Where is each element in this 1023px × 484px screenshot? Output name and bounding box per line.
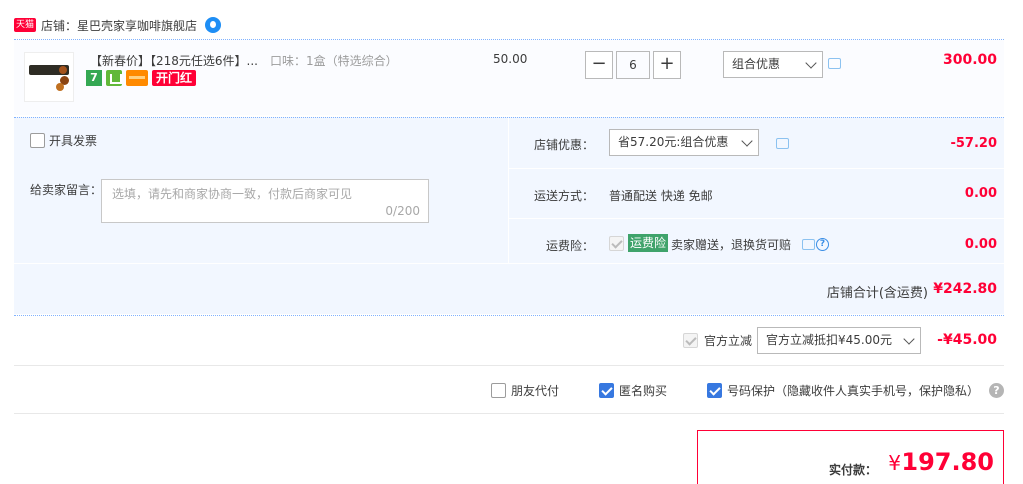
credit-card-icon — [126, 70, 148, 86]
shop-total-value: ¥242.80 — [933, 281, 997, 297]
qty-input[interactable]: 6 — [616, 51, 650, 79]
payment-label: 实付款： — [828, 463, 877, 477]
divider — [14, 365, 1004, 366]
item-thumbnail[interactable] — [24, 52, 74, 102]
item-title[interactable]: 【新春价】【218元任选6件】... — [90, 52, 258, 69]
chat-icon[interactable] — [828, 58, 841, 69]
shop-discount-label: 店铺优惠： — [534, 138, 595, 152]
divider — [14, 315, 1004, 316]
seller-message-textarea[interactable]: 选填，请先和商家协商一致，付款后商家可见 0/200 — [101, 179, 429, 223]
item-total: 300.00 — [942, 52, 997, 68]
number-protect-label: 号码保护（隐藏收件人真实手机号，保护隐私） — [727, 384, 980, 398]
shop-discount-value-text: 省57.20元:组合优惠 — [618, 135, 729, 149]
item-promo-select[interactable]: 组合优惠 — [723, 51, 823, 78]
chevron-down-icon — [903, 333, 915, 345]
payment-currency: ¥ — [888, 451, 901, 475]
wangwang-chat-icon[interactable] — [205, 17, 222, 33]
item-spec: 口味：1盒（特选综合） — [270, 54, 398, 68]
chevron-down-icon — [741, 135, 753, 147]
insurance-label: 运费险： — [546, 239, 595, 253]
shipping-method: 普通配送 快递 免邮 — [609, 189, 713, 203]
shop-discount-value: -57.20 — [950, 136, 997, 151]
item-tags: 7 开门红 — [86, 70, 197, 86]
official-discount-select-text: 官方立减抵扣¥45.00元 — [766, 333, 892, 347]
friend-pay-checkbox[interactable] — [491, 383, 506, 398]
order-options: 朋友代付 匿名购买 号码保护（隐藏收件人真实手机号，保护隐私） ? — [0, 382, 1023, 402]
shop-name[interactable]: 店铺：星巴壳家享咖啡旗舰店 — [41, 17, 197, 34]
invoice-label: 开具发票 — [49, 134, 98, 148]
official-discount-row: 官方立减 官方立减抵扣¥45.00元 -¥45.00 — [0, 326, 1023, 356]
message-placeholder: 选填，请先和商家协商一致，付款后商家可见 — [112, 187, 353, 201]
guarantee-bag-icon — [106, 70, 122, 86]
friend-pay-option[interactable]: 朋友代付 — [491, 382, 559, 399]
chat-icon[interactable] — [776, 138, 789, 149]
anonymous-option[interactable]: 匿名购买 — [599, 382, 667, 399]
divider — [14, 413, 1004, 414]
number-protect-checkbox[interactable] — [707, 383, 722, 398]
shipping-value: 0.00 — [964, 186, 997, 201]
invoice-checkbox-box[interactable] — [30, 133, 45, 148]
tmall-badge: 天猫 — [14, 18, 37, 32]
message-label: 给卖家留言： — [30, 183, 103, 197]
promo-tag: 开门红 — [152, 70, 197, 86]
qty-minus-button[interactable]: − — [585, 51, 613, 79]
shop-discount-select[interactable]: 省57.20元:组合优惠 — [609, 129, 759, 156]
message-count: 0/200 — [385, 204, 420, 218]
number-protect-option[interactable]: 号码保护（隐藏收件人真实手机号，保护隐私） — [707, 382, 979, 399]
question-icon[interactable]: ? — [816, 238, 829, 251]
unit-price: 50.00 — [493, 52, 528, 66]
qty-plus-button[interactable]: + — [653, 51, 681, 79]
shop-total-label: 店铺合计(含运费) — [826, 286, 928, 301]
anonymous-checkbox[interactable] — [599, 383, 614, 398]
chat-icon[interactable] — [802, 239, 815, 250]
chevron-down-icon — [805, 57, 817, 69]
seven-day-return-icon: 7 — [86, 70, 102, 86]
anonymous-label: 匿名购买 — [619, 384, 668, 398]
official-discount-label: 官方立减 — [704, 334, 753, 348]
shop-header: 天猫 店铺：星巴壳家享咖啡旗舰店 — [14, 14, 222, 36]
friend-pay-label: 朋友代付 — [511, 384, 560, 398]
item-promo-value: 组合优惠 — [732, 57, 781, 71]
official-discount-value: -¥45.00 — [937, 332, 997, 348]
insurance-value: 0.00 — [964, 237, 997, 252]
payment-summary: 实付款： ¥ 197.80 — [697, 430, 1004, 484]
insurance-badge: 运费险 — [628, 234, 669, 252]
insurance-checkbox — [609, 236, 624, 251]
official-discount-select[interactable]: 官方立减抵扣¥45.00元 — [757, 327, 921, 354]
insurance-text: 卖家赠送，退换货可赔 — [671, 238, 792, 252]
item-row: 【新春价】【218元任选6件】... 口味：1盒（特选综合） 7 开门红 50.… — [14, 40, 1004, 115]
shipping-label: 运送方式： — [534, 189, 595, 203]
help-icon[interactable]: ? — [989, 383, 1004, 398]
payment-amount: 197.80 — [901, 448, 994, 476]
invoice-checkbox[interactable]: 开具发票 — [30, 132, 97, 149]
order-extras: 开具发票 给卖家留言： 选填，请先和商家协商一致，付款后商家可见 0/200 店… — [14, 117, 1004, 264]
shop-total-row: 店铺合计(含运费) ¥242.80 — [14, 264, 1004, 314]
quantity-stepper: − 6 + — [585, 51, 681, 79]
official-discount-checkbox — [683, 333, 698, 348]
